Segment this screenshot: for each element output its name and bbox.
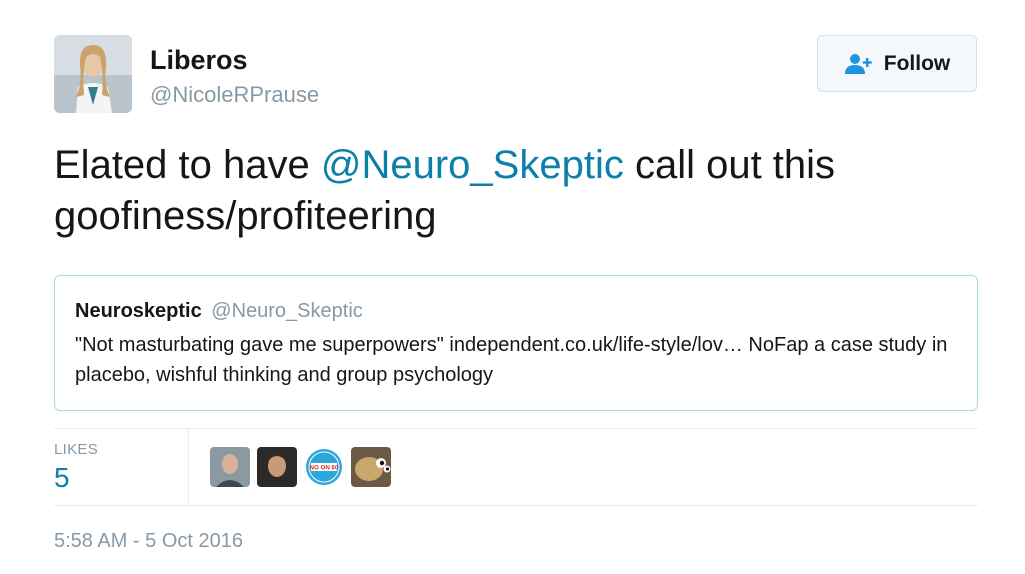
author-handle[interactable]: @NicoleRPrause (150, 81, 319, 109)
liker-avatar-2[interactable] (257, 447, 297, 487)
follow-button-label: Follow (883, 51, 951, 75)
quoted-tweet-text: "Not masturbating gave me superpowers" i… (75, 334, 948, 386)
liker-avatars: NO ON 60 (210, 447, 391, 487)
author-avatar-image (54, 35, 132, 113)
quoted-tweet-display-name: Neuroskeptic (75, 300, 202, 322)
tweet-mention-link[interactable]: @Neuro_Skeptic (321, 143, 624, 187)
liker-avatar-1[interactable] (210, 447, 250, 487)
likes-label: LIKES (54, 441, 99, 458)
tweet-text-start: Elated to have (54, 143, 321, 187)
liker-avatar-3[interactable]: NO ON 60 (304, 447, 344, 487)
tweet-text: Elated to have @Neuro_Skeptic call out t… (54, 140, 974, 242)
tweet-timestamp[interactable]: 5:58 AM - 5 Oct 2016 (54, 530, 243, 553)
quoted-tweet-card[interactable]: Neuroskeptic @Neuro_Skeptic "Not masturb… (54, 275, 978, 411)
likes-stat[interactable]: LIKES 5 (54, 429, 189, 506)
liker-avatar-3-badge-text: NO ON 60 (310, 465, 339, 472)
quoted-tweet-header: Neuroskeptic @Neuro_Skeptic (75, 298, 957, 324)
author-avatar[interactable] (54, 35, 132, 113)
author-display-name[interactable]: Liberos (150, 44, 248, 76)
tweet-stats: LIKES 5 NO ON 60 (54, 428, 978, 506)
follow-user-plus-icon (844, 53, 872, 74)
quoted-tweet-handle: @Neuro_Skeptic (211, 300, 363, 322)
likes-count: 5 (54, 462, 70, 493)
liker-avatar-4[interactable] (351, 447, 391, 487)
follow-button[interactable]: Follow (817, 35, 977, 92)
